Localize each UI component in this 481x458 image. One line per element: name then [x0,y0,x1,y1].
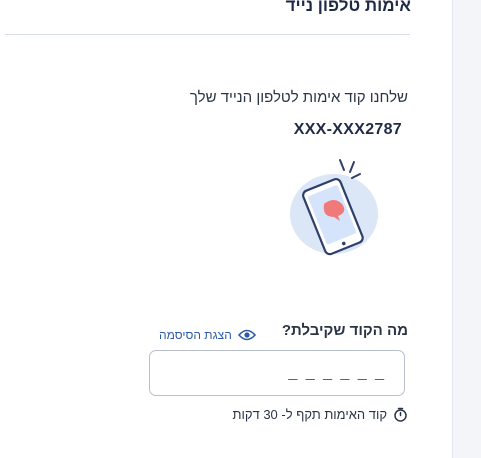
code-question-label: מה הקוד שקיבלת? [281,322,408,339]
header-divider [5,34,410,35]
masked-phone-number: XXX-XXX2787 [293,121,402,138]
page-title: אימות טלפון נייד [285,0,411,15]
phone-message-illustration [290,159,378,256]
eye-icon [237,329,256,341]
verification-code-input[interactable] [149,350,405,396]
right-side-panel [452,0,481,458]
code-validity-text: קוד האימות תקף ל- 30 דקות [232,407,387,422]
show-password-toggle[interactable]: הצגת הסיסמה [159,328,256,342]
code-validity-notice: קוד האימות תקף ל- 30 דקות [232,407,408,422]
show-password-label: הצגת הסיסמה [159,328,232,342]
sent-code-message: שלחנו קוד אימות לטלפון הנייד שלך [189,89,408,106]
timer-icon [394,407,407,422]
